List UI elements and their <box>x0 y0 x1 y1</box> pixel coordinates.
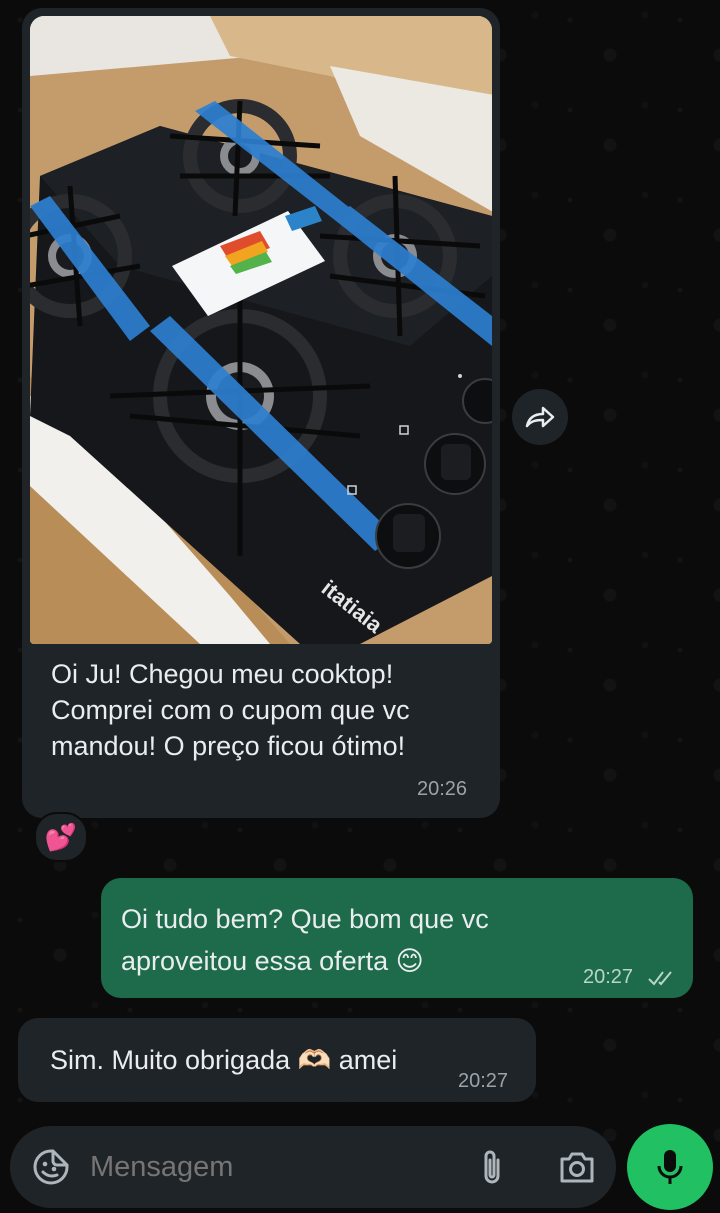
message-composer[interactable] <box>10 1126 616 1208</box>
cooktop-photo[interactable]: itatiaia <box>30 16 492 644</box>
attach-icon[interactable] <box>478 1148 506 1188</box>
incoming-media-message[interactable]: itatiaia Oi Ju! Chegou meu cooktop! Comp… <box>22 8 500 818</box>
message-reaction[interactable]: 💕 <box>34 812 88 862</box>
outgoing-message[interactable]: Oi tudo bem? Que bom que vc aproveitou e… <box>101 878 693 998</box>
voice-message-button[interactable] <box>627 1124 713 1210</box>
read-receipt-icon <box>648 971 672 986</box>
sticker-icon[interactable] <box>32 1148 70 1186</box>
incoming-message[interactable]: Sim. Muito obrigada 🫶🏻 amei 20:27 <box>18 1018 536 1102</box>
outgoing-message-text: Oi tudo bem? Que bom que vc aproveitou e… <box>121 904 489 976</box>
chat-background: itatiaia Oi Ju! Chegou meu cooktop! Comp… <box>0 0 720 1213</box>
message-timestamp: 20:26 <box>417 778 468 800</box>
reaction-emoji: 💕 <box>44 821 78 852</box>
incoming-message-text: Oi Ju! Chegou meu cooktop! Comprei com o… <box>51 659 410 761</box>
message-input[interactable] <box>88 1142 452 1192</box>
incoming-message-text: Sim. Muito obrigada 🫶🏻 amei <box>50 1045 398 1075</box>
forward-icon <box>525 406 555 428</box>
forward-button[interactable] <box>512 389 568 445</box>
message-timestamp: 20:27 <box>458 1070 509 1092</box>
message-timestamp: 20:27 <box>583 966 634 988</box>
mic-icon <box>657 1150 683 1184</box>
camera-icon[interactable] <box>558 1150 596 1184</box>
